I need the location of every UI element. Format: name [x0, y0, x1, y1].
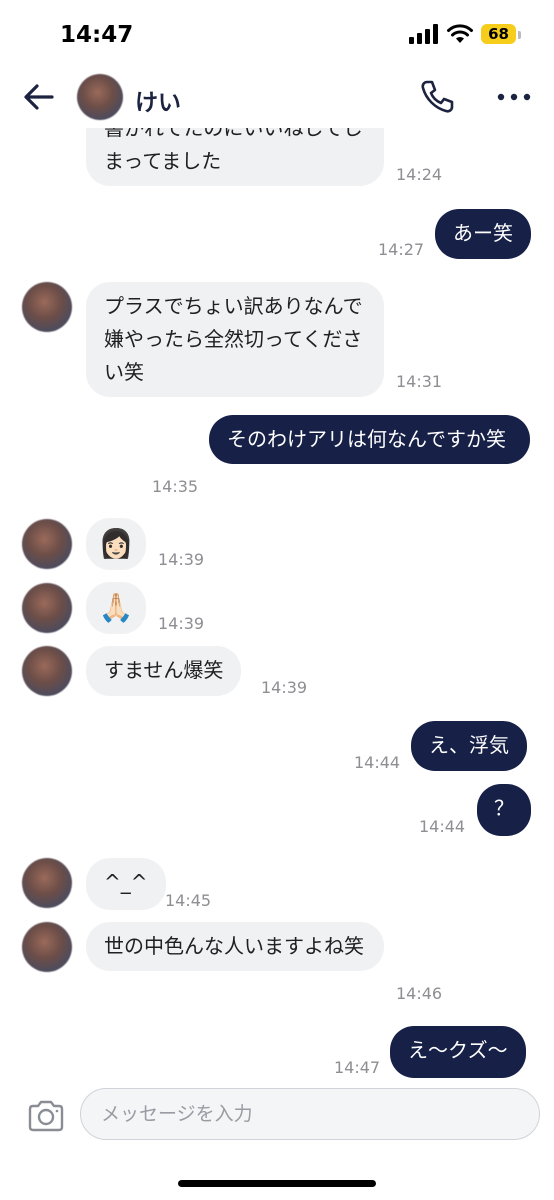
message-time: 14:46: [396, 984, 443, 1003]
message-time: 14:31: [396, 372, 443, 391]
message-text: 書かれてたのにいいねしてしまってました: [104, 128, 363, 173]
chat-header: けい: [0, 66, 554, 128]
message-bubble-incoming[interactable]: 書かれてたのにいいねしてしまってました: [86, 128, 384, 186]
message-bubble-outgoing[interactable]: あー笑: [435, 209, 531, 259]
sender-avatar[interactable]: [22, 858, 72, 908]
message-text: え〜クズ〜: [408, 1038, 508, 1062]
message-input[interactable]: メッセージを入力: [80, 1088, 540, 1140]
sender-avatar[interactable]: [22, 922, 72, 972]
message-time: 14:27: [378, 240, 425, 259]
status-time: 14:47: [60, 22, 134, 48]
message-emoji: 👩🏻: [98, 527, 134, 560]
message-time: 14:47: [334, 1058, 381, 1077]
message-bubble-incoming[interactable]: 🙏🏻: [86, 582, 146, 634]
message-time: 14:39: [261, 678, 308, 697]
message-time: 14:39: [158, 550, 205, 569]
message-time: 14:44: [354, 753, 401, 772]
more-options-icon[interactable]: [496, 84, 532, 110]
contact-avatar[interactable]: [77, 74, 123, 120]
message-bubble-incoming[interactable]: プラスでちょい訳ありなんで嫌やったら全然切ってください笑: [86, 282, 384, 397]
message-text: ？: [494, 796, 514, 820]
signal-icon: [409, 24, 439, 44]
message-text: そのわけアリは何なんですか笑: [227, 427, 506, 451]
message-time: 14:45: [165, 891, 212, 910]
sender-avatar[interactable]: [22, 583, 72, 633]
message-list[interactable]: 書かれてたのにいいねしてしまってました 14:24 14:27 あー笑 プラスで…: [0, 128, 554, 1080]
message-bubble-incoming[interactable]: 世の中色んな人いますよね笑: [86, 922, 384, 971]
message-text: プラスでちょい訳ありなんで嫌やったら全然切ってください笑: [104, 294, 363, 384]
message-time: 14:24: [396, 165, 443, 184]
home-indicator[interactable]: [178, 1180, 376, 1187]
message-emoji: 🙏🏻: [98, 591, 134, 624]
message-composer: メッセージを入力: [0, 1086, 554, 1146]
phone-icon[interactable]: [418, 78, 456, 116]
message-bubble-outgoing[interactable]: え〜クズ〜: [390, 1026, 526, 1078]
message-text: え、浮気: [429, 733, 509, 757]
sender-avatar[interactable]: [22, 519, 72, 569]
status-icons: 68: [409, 24, 521, 44]
back-arrow-icon[interactable]: [22, 80, 56, 114]
message-text: あー笑: [453, 221, 513, 245]
sender-avatar[interactable]: [22, 646, 72, 696]
status-bar: 14:47 68: [0, 0, 554, 66]
message-bubble-outgoing[interactable]: え、浮気: [411, 721, 527, 771]
sender-avatar[interactable]: [22, 282, 72, 332]
wifi-icon: [447, 24, 474, 43]
message-time: 14:44: [419, 817, 466, 836]
message-time: 14:35: [152, 477, 199, 496]
message-bubble-outgoing[interactable]: そのわけアリは何なんですか笑: [209, 415, 530, 464]
camera-icon[interactable]: [26, 1096, 66, 1136]
message-bubble-incoming[interactable]: ^_^: [86, 858, 166, 910]
message-bubble-outgoing[interactable]: ？: [477, 784, 531, 836]
message-text: ^_^: [104, 870, 148, 894]
contact-name[interactable]: けい: [135, 83, 181, 117]
message-text: すません爆笑: [104, 658, 224, 682]
message-bubble-incoming[interactable]: 👩🏻: [86, 518, 146, 570]
message-bubble-incoming[interactable]: すません爆笑: [86, 646, 242, 696]
message-text: 世の中色んな人いますよね笑: [104, 934, 364, 958]
message-time: 14:39: [158, 614, 205, 633]
battery-indicator: 68: [481, 24, 521, 44]
